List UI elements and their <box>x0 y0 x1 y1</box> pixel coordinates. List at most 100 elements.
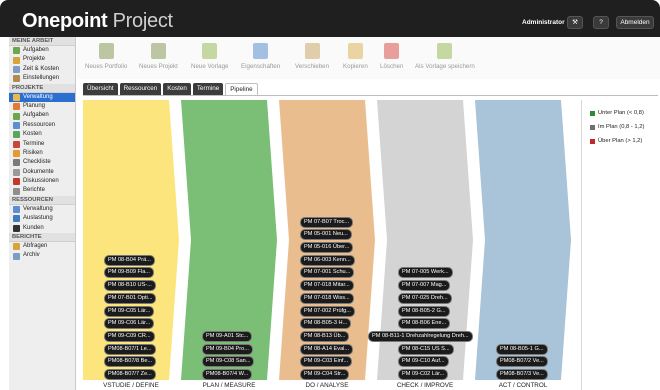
project-card[interactable]: PM 09-B09 Fla... <box>105 268 153 278</box>
app-logo: Onepoint Project <box>22 10 173 32</box>
archive-icon <box>13 252 20 260</box>
sidebar-item-kosten[interactable]: Kosten <box>9 130 75 139</box>
project-card[interactable]: PM 07-025 Dreh... <box>399 293 451 303</box>
project-card[interactable]: PM 08-B11-1 Drehzahlregelung Dreh... <box>369 331 472 341</box>
project-card[interactable]: PM 08-B10 US-... <box>105 281 155 291</box>
toolbar-neues-portfolio-button[interactable]: Neues Portfolio <box>85 43 127 70</box>
delete-icon <box>384 43 400 59</box>
legend-label: Unter Plan (< 0,8) <box>598 110 644 116</box>
toolbar-verschieben-button[interactable]: Verschieben <box>295 43 329 70</box>
pipeline-stage-label: PLAN / MEASURE <box>202 382 256 389</box>
app-header: Onepoint Project Administrator ⚒ ? Abmel… <box>0 0 660 37</box>
project-card[interactable]: PM 06-003 Kenn... <box>301 255 354 265</box>
project-card[interactable]: PM08-B07/4 W... <box>203 370 252 379</box>
project-card[interactable]: PM 08-B04 Prä... <box>105 255 154 265</box>
settings-icon <box>13 75 20 83</box>
sidebar-item-label: Planung <box>23 102 46 109</box>
project-card[interactable]: PM 07-005 Werk... <box>399 268 452 278</box>
project-card[interactable]: PM08-B07/1 Le... <box>105 344 155 354</box>
project-card[interactable]: PM 09-C02 Lär... <box>399 370 448 379</box>
sidebar-section-title: MEINE ARBEIT <box>9 37 75 46</box>
sidebar-item-einstellungen[interactable]: Einstellungen <box>9 74 75 83</box>
sidebar-item-aufgaben[interactable]: Aufgaben <box>9 46 75 55</box>
resource-admin-icon <box>13 206 20 214</box>
project-card[interactable]: PM 05-016 Über... <box>301 243 353 252</box>
sidebar-item-checkliste[interactable]: Checkliste <box>9 158 75 167</box>
sidebar-nav: MEINE ARBEIT Aufgaben Projekte Zeit & Koste… <box>9 37 76 390</box>
sidebar-item-zeit-kosten[interactable]: Zeit & Kosten <box>9 65 75 74</box>
toolbar-eigenschaften-button[interactable]: Eigenschaften <box>241 43 280 70</box>
sidebar-item-label: Ressourcen <box>23 121 56 128</box>
project-card[interactable]: PM08-B07/8 Be... <box>105 357 156 367</box>
tab-pipeline[interactable]: Pipeline <box>225 83 258 95</box>
projects-icon <box>13 56 20 64</box>
sidebar-item-projekte[interactable]: Projekte <box>9 55 75 64</box>
sidebar-item-verwaltung[interactable]: Verwaltung <box>9 205 75 214</box>
tools-button[interactable]: ⚒ <box>567 16 583 29</box>
admin-icon <box>13 93 20 101</box>
sidebar-item-diskussionen[interactable]: Diskussionen <box>9 177 75 186</box>
project-card[interactable]: PM 08-B05-3 H... <box>301 319 351 329</box>
project-card[interactable]: PM 08-B13 Üb... <box>301 331 349 341</box>
legend-swatch <box>590 124 595 130</box>
project-card[interactable]: PM 08-B05-1 G... <box>497 344 547 354</box>
legend-label: Über Plan (> 1,2) <box>598 138 643 144</box>
tasks-icon <box>13 47 20 55</box>
tab-übersicht[interactable]: Übersicht <box>83 83 118 95</box>
project-card[interactable]: PM 09-C04 Str... <box>301 370 349 379</box>
project-card[interactable]: PM 07-018 Mitar... <box>301 281 353 291</box>
sidebar-item-berichte[interactable]: Berichte <box>9 186 75 195</box>
project-card[interactable]: PM08-B07/2 Ve... <box>497 357 547 367</box>
project-card[interactable]: PM 09-A01 Stc... <box>203 331 252 341</box>
toolbar-als-vorlage-speichern-button[interactable]: Als Vorlage speichern <box>415 43 475 70</box>
time-costs-icon <box>13 65 20 73</box>
tab-kosten[interactable]: Kosten <box>163 83 191 95</box>
sidebar-item-termine[interactable]: Termine <box>9 140 75 149</box>
tab-termine[interactable]: Termine <box>192 83 224 95</box>
project-card[interactable]: PM 08-C15 US S... <box>399 344 453 354</box>
project-card[interactable]: PM 05-001 Neu... <box>301 230 351 240</box>
project-card[interactable]: PM 07-B01 Opti... <box>105 293 156 303</box>
sidebar-item-abfragen[interactable]: Abfragen <box>9 242 75 251</box>
project-card[interactable]: PM 09-C05 Lär... <box>105 306 154 316</box>
toolbar-button-label: Als Vorlage speichern <box>415 63 475 70</box>
sidebar-item-label: Projekte <box>23 56 46 63</box>
sidebar-item-risiken[interactable]: Risiken <box>9 149 75 158</box>
project-card[interactable]: PM 09-C06 Lär... <box>105 319 154 329</box>
project-card[interactable]: PM 09-C10 Auf... <box>399 357 448 367</box>
toolbar-l-schen-button[interactable]: Löschen <box>380 43 403 70</box>
sidebar-item-verwaltung[interactable]: Verwaltung <box>9 92 75 102</box>
legend-entry: Über Plan (> 1,2) <box>590 138 642 144</box>
sidebar-item-dokumente[interactable]: Dokumente <box>9 168 75 177</box>
toolbar-kopieren-button[interactable]: Kopieren <box>343 43 368 70</box>
project-card[interactable]: PM 07-002 Prüfg... <box>301 306 354 316</box>
sidebar-item-aufgaben[interactable]: Aufgaben <box>9 111 75 120</box>
project-card[interactable]: PM 07-018 Wiss... <box>301 293 353 303</box>
sidebar-item-ressourcen[interactable]: Ressourcen <box>9 121 75 130</box>
sidebar-item-auslastung[interactable]: Auslastung <box>9 214 75 223</box>
sidebar-item-label: Kosten <box>23 131 42 138</box>
tab-ressourcen[interactable]: Ressourcen <box>119 83 162 95</box>
sidebar-item-kunden[interactable]: Kunden <box>9 224 75 233</box>
logout-button[interactable]: Abmelden <box>616 16 654 29</box>
toolbar-neues-projekt-button[interactable]: Neues Projekt <box>139 43 178 70</box>
project-card[interactable]: PM 09-B04 Pro... <box>203 344 252 354</box>
help-button[interactable]: ? <box>593 16 609 29</box>
project-card[interactable]: PM 09-C09 CR... <box>105 331 154 341</box>
sidebar-item-planung[interactable]: Planung <box>9 102 75 111</box>
project-card[interactable]: PM 07-007 Mag... <box>399 281 450 291</box>
project-card[interactable]: PM 07-B07 Troc... <box>301 217 353 227</box>
project-card[interactable]: PM 09-C03 Einf... <box>301 357 352 367</box>
toolbar-neue-vorlage-button[interactable]: Neue Vorlage <box>191 43 229 70</box>
toolbar-button-label: Eigenschaften <box>241 63 281 70</box>
project-card[interactable]: PM08-B07/7 Ze... <box>105 370 155 379</box>
project-card[interactable]: PM 08-B06 Ene... <box>399 319 450 329</box>
project-card[interactable]: PM 08-B05-2 G... <box>399 306 449 316</box>
project-card[interactable]: PM08-B07/3 Ve... <box>497 370 547 379</box>
project-card[interactable]: PM 07-001 Schu... <box>301 268 354 278</box>
toolbar-button-label: Löschen <box>380 63 404 70</box>
project-card[interactable]: PM 09-C08 San... <box>203 357 254 367</box>
project-card[interactable]: PM 08-A14 Eval... <box>301 344 353 354</box>
pipeline-stage-label: DO / ANALYSE <box>305 382 349 389</box>
sidebar-item-archiv[interactable]: Archiv <box>9 251 75 260</box>
